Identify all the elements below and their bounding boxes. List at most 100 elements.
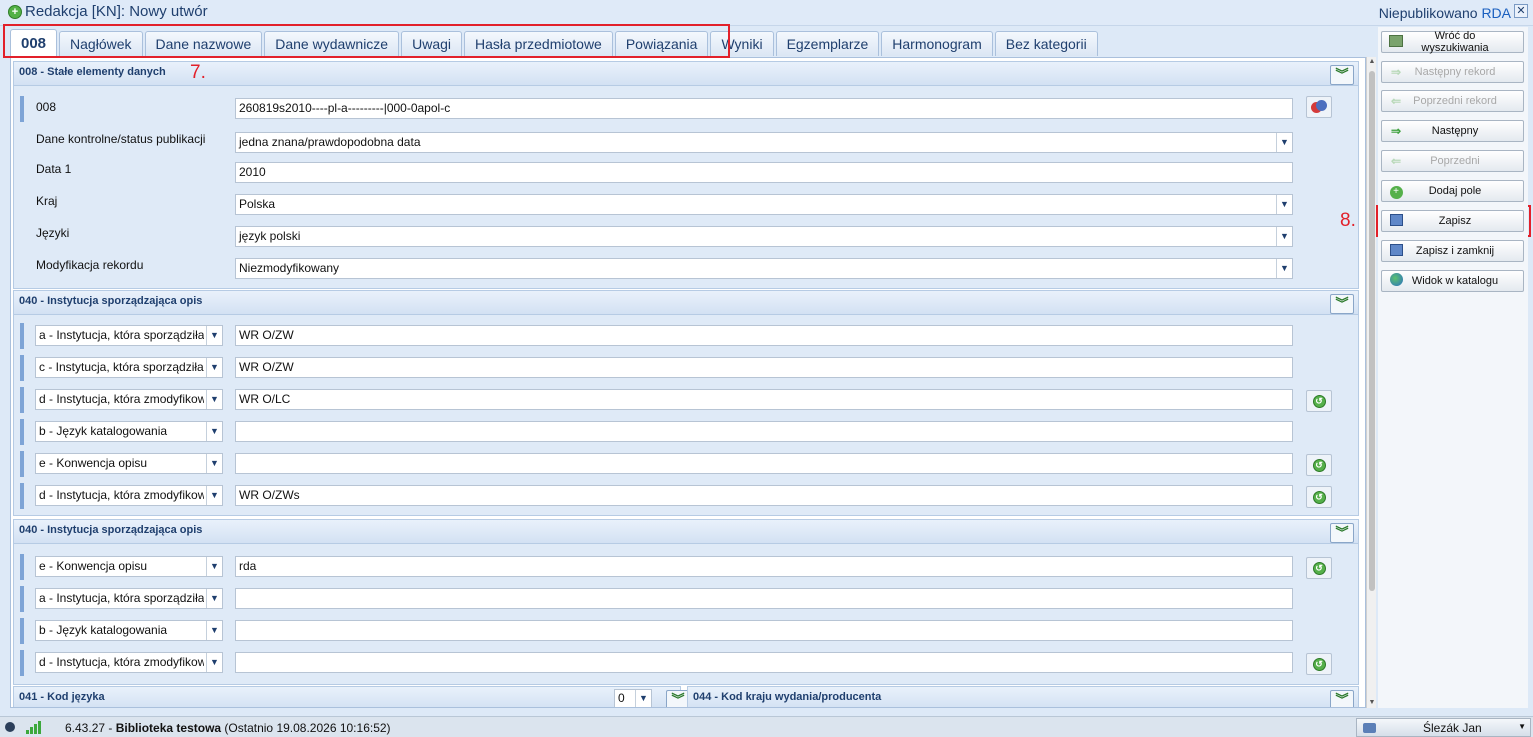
arrow-left-icon: ⇐ xyxy=(1390,94,1402,108)
restore-button[interactable]: ↺ xyxy=(1306,390,1332,412)
collapse-icon[interactable]: ︾ xyxy=(1330,294,1354,314)
publication-status-select[interactable]: jedna znana/prawdopodobna data ▼ xyxy=(235,132,1293,153)
chevron-down-icon[interactable]: ▼ xyxy=(206,390,222,409)
save-button[interactable]: Zapisz xyxy=(1381,210,1524,232)
field-marker xyxy=(20,451,24,477)
section-044-header: 044 - Kod kraju wydania/producenta ︾ xyxy=(687,686,1359,707)
next-button[interactable]: ⇒ Następny xyxy=(1381,120,1524,142)
select-value: Polska xyxy=(239,197,276,211)
vertical-scrollbar[interactable]: ▲ ▼ xyxy=(1366,57,1376,708)
chevron-down-icon[interactable]: ▼ xyxy=(1518,722,1526,731)
chevron-down-icon[interactable]: ▼ xyxy=(635,690,651,707)
undo-icon: ↺ xyxy=(1312,458,1326,472)
chevron-down-icon[interactable]: ▼ xyxy=(1276,227,1292,246)
subfield-row: d - Instytucja, która zmodyfikowała▼ WR … xyxy=(20,387,1354,413)
chevron-down-icon[interactable]: ▼ xyxy=(1276,259,1292,278)
collapse-icon[interactable]: ︾ xyxy=(1330,65,1354,85)
tab-bez-kategorii[interactable]: Bez kategorii xyxy=(994,31,1098,56)
subfield-input[interactable]: WR O/ZWs xyxy=(235,485,1293,506)
section-040-second: 040 - Instytucja sporządzająca opis ︾ e … xyxy=(13,519,1359,685)
collapse-icon[interactable]: ︾ xyxy=(1330,523,1354,543)
scroll-down-icon[interactable]: ▼ xyxy=(1367,698,1377,708)
chevron-down-icon[interactable]: ▼ xyxy=(206,557,222,576)
tab-egzemplarze[interactable]: Egzemplarze xyxy=(775,31,880,56)
date1-input[interactable]: 2010 xyxy=(235,162,1293,183)
chevron-down-icon[interactable]: ▼ xyxy=(206,486,222,505)
subfield-input[interactable] xyxy=(235,620,1293,641)
subfield-input[interactable] xyxy=(235,421,1293,442)
form-area: 008 - Stałe elementy danych ︾ 008 260819… xyxy=(10,57,1366,708)
next-record-button[interactable]: ⇒ Następny rekord xyxy=(1381,61,1524,83)
undo-icon: ↺ xyxy=(1312,561,1326,575)
subfield-select[interactable]: e - Konwencja opisu ▼ xyxy=(35,453,223,474)
field-row: 008 260819s2010----pl-a---------|000-0ap… xyxy=(20,96,1354,122)
chevron-down-icon[interactable]: ▼ xyxy=(206,422,222,441)
restore-button[interactable]: ↺ xyxy=(1306,454,1332,476)
subfield-input[interactable]: rda xyxy=(235,556,1293,577)
chevron-down-icon[interactable]: ▼ xyxy=(206,589,222,608)
language-select[interactable]: język polski ▼ xyxy=(235,226,1293,247)
save-and-close-button[interactable]: Zapisz i zamknij xyxy=(1381,240,1524,262)
chevron-down-icon[interactable]: ▼ xyxy=(206,621,222,640)
subfield-select[interactable]: b - Język katalogowania ▼ xyxy=(35,421,223,442)
subfield-code: c - Instytucja, która sporządziła xyxy=(39,360,204,374)
subfield-select[interactable]: c - Instytucja, która sporządziła ▼ xyxy=(35,357,223,378)
chevron-down-icon[interactable]: ▼ xyxy=(206,358,222,377)
subfield-row: d - Instytucja, która zmodyfikowała▼ ↺ xyxy=(20,650,1354,676)
subfield-select[interactable]: d - Instytucja, która zmodyfikowała▼ xyxy=(35,485,223,506)
subfield-select[interactable]: d - Instytucja, która zmodyfikowała▼ xyxy=(35,652,223,673)
section-body: e - Konwencja opisu ▼ rda ↺ a - Instytucj… xyxy=(20,554,1352,684)
subfield-select[interactable]: e - Konwencja opisu ▼ xyxy=(35,556,223,577)
chevron-down-icon[interactable]: ▼ xyxy=(1276,133,1292,152)
globe-icon xyxy=(1389,273,1403,286)
chevron-down-icon[interactable]: ▼ xyxy=(206,653,222,672)
field-marker xyxy=(20,387,24,413)
publication-status: Niepublikowano RDA xyxy=(1379,5,1511,21)
record-modification-select[interactable]: Niezmodyfikowany ▼ xyxy=(235,258,1293,279)
chevron-down-icon[interactable]: ▼ xyxy=(206,454,222,473)
catalog-view-button[interactable]: Widok w katalogu xyxy=(1381,270,1524,292)
section-body: a - Instytucja, która sporządziła ▼ WR O/… xyxy=(20,323,1352,515)
country-select[interactable]: Polska ▼ xyxy=(235,194,1293,215)
chevron-down-icon[interactable]: ▼ xyxy=(1276,195,1292,214)
field-marker xyxy=(20,586,24,612)
close-icon[interactable]: ✕ xyxy=(1514,4,1528,18)
repeat-count-select[interactable]: 0 ▼ xyxy=(614,689,652,707)
version: 6.43.27 xyxy=(65,721,106,735)
subfield-input[interactable] xyxy=(235,453,1293,474)
chevron-down-icon[interactable]: ▼ xyxy=(206,326,222,345)
subfield-select[interactable]: b - Język katalogowania ▼ xyxy=(35,620,223,641)
scrollbar-thumb[interactable] xyxy=(1369,71,1375,591)
scroll-up-icon[interactable]: ▲ xyxy=(1367,57,1377,67)
button-label: Zapisz i zamknij xyxy=(1415,245,1495,257)
annotation-8: 8. xyxy=(1340,210,1356,231)
field-marker xyxy=(20,96,24,122)
field-008-input[interactable]: 260819s2010----pl-a---------|000-0apol-c xyxy=(235,98,1293,119)
add-field-button[interactable]: + Dodaj pole xyxy=(1381,180,1524,202)
restore-button[interactable]: ↺ xyxy=(1306,653,1332,675)
subfield-select[interactable]: a - Instytucja, która sporządziła ▼ xyxy=(35,588,223,609)
signal-icon xyxy=(26,721,42,734)
subfield-select[interactable]: d - Instytucja, która zmodyfikowała▼ xyxy=(35,389,223,410)
restore-button[interactable]: ↺ xyxy=(1306,557,1332,579)
section-008: 008 - Stałe elementy danych ︾ 008 260819… xyxy=(13,61,1359,289)
subfield-input[interactable] xyxy=(235,588,1293,609)
new-record-icon: + xyxy=(8,4,22,19)
prev-record-button[interactable]: ⇐ Poprzedni rekord xyxy=(1381,90,1524,112)
user-menu[interactable]: Ślezák Jan ▼ xyxy=(1356,718,1531,737)
collapse-icon[interactable]: ︾ xyxy=(1330,690,1354,707)
prev-button[interactable]: ⇐ Poprzedni xyxy=(1381,150,1524,172)
back-to-search-button[interactable]: Wróć do wyszukiwania xyxy=(1381,30,1524,54)
subfield-input[interactable]: WR O/LC xyxy=(235,389,1293,410)
subfield-input[interactable] xyxy=(235,652,1293,673)
lookup-button[interactable] xyxy=(1306,96,1332,118)
library-name: Biblioteka testowa xyxy=(115,721,222,735)
tab-harmonogram[interactable]: Harmonogram xyxy=(881,31,993,56)
status-bar: 6.43.27 - Biblioteka testowa (Ostatnio 1… xyxy=(0,716,1533,737)
chat-icon xyxy=(1363,723,1376,733)
subfield-input[interactable]: WR O/ZW xyxy=(235,357,1293,378)
subfield-input[interactable]: WR O/ZW xyxy=(235,325,1293,346)
restore-button[interactable]: ↺ xyxy=(1306,486,1332,508)
undo-icon: ↺ xyxy=(1312,657,1326,671)
subfield-select[interactable]: a - Instytucja, która sporządziła ▼ xyxy=(35,325,223,346)
